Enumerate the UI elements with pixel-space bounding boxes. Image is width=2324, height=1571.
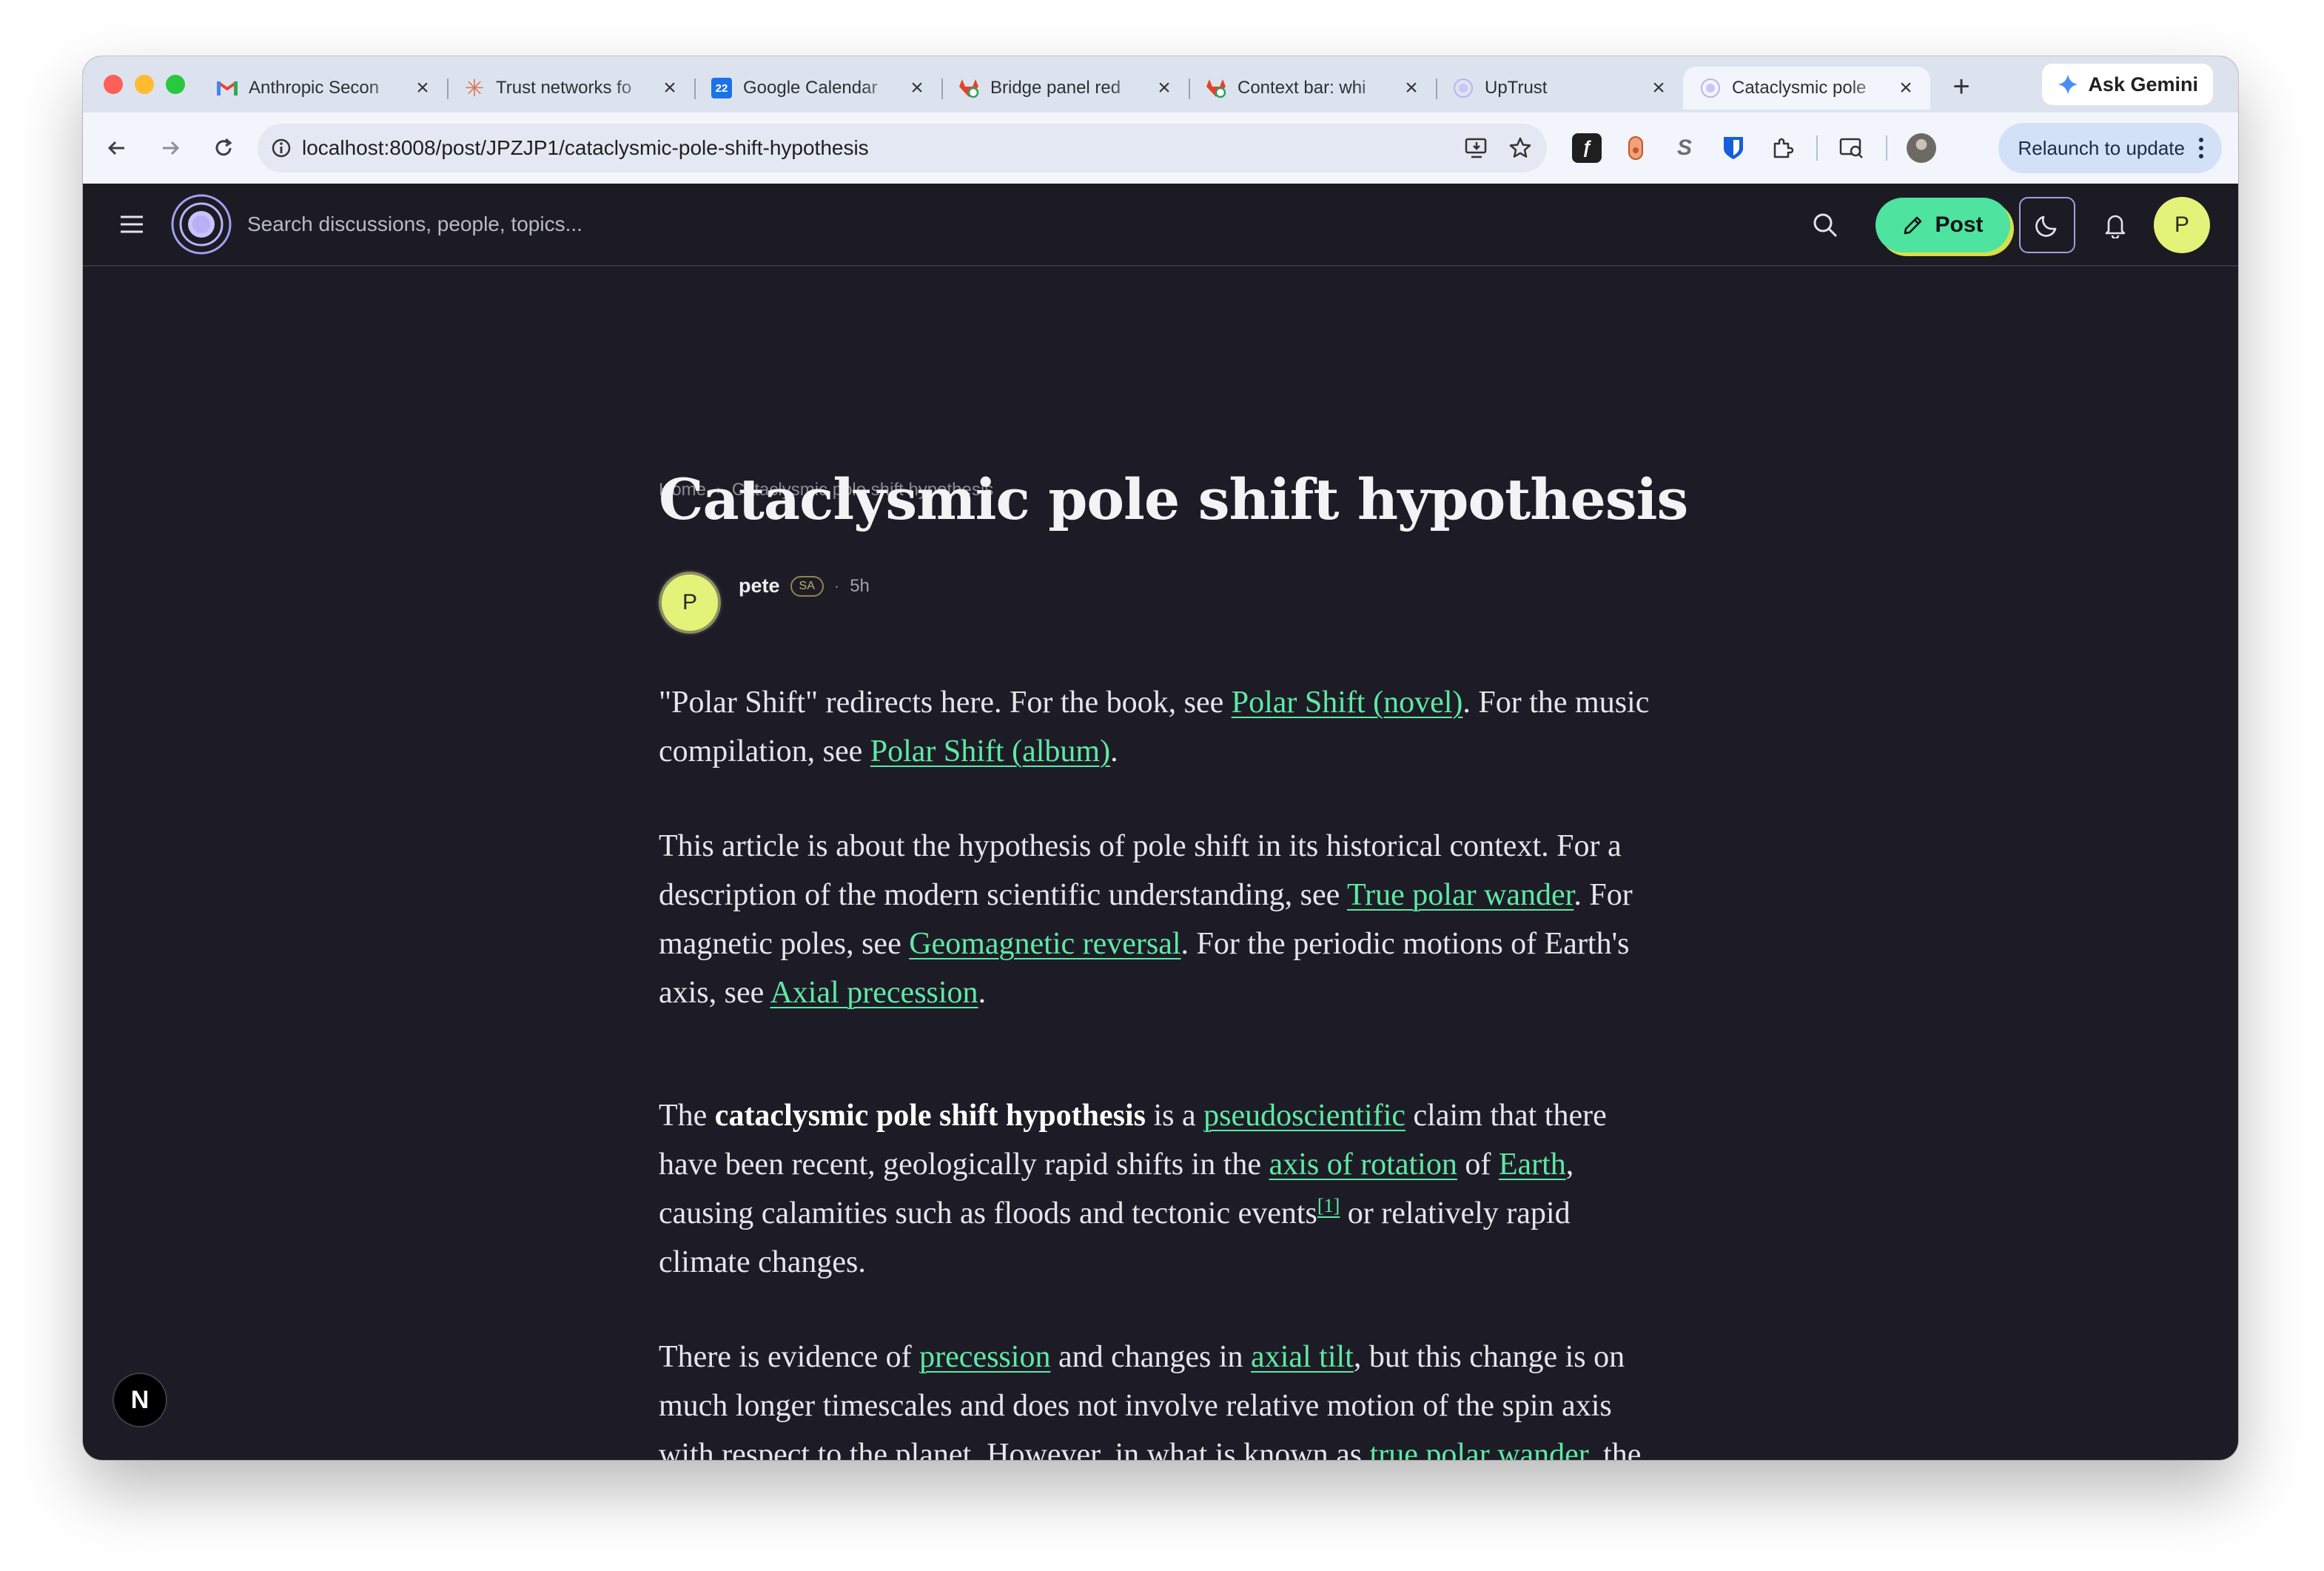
link-pseudoscientific[interactable]: pseudoscientific xyxy=(1203,1099,1406,1133)
search-button[interactable] xyxy=(1804,204,1846,246)
tab-close-icon[interactable]: × xyxy=(412,76,434,101)
reload-icon xyxy=(215,138,232,156)
post-meta: P pete SA · 5h xyxy=(659,572,870,634)
paragraph-redirect: "Polar Shift" redirects here. For the bo… xyxy=(659,686,1650,768)
url-text[interactable]: localhost:8008/post/JPZJP1/cataclysmic-p… xyxy=(302,136,1464,160)
tab-close-icon[interactable]: × xyxy=(1895,76,1917,101)
arrow-right-icon xyxy=(163,141,180,155)
browser-tab-uptrust[interactable]: UpTrust × xyxy=(1436,67,1683,110)
tab-close-icon[interactable]: × xyxy=(1648,76,1670,101)
browser-tab-bridge-panel[interactable]: Bridge panel red × xyxy=(941,67,1189,110)
link-polar-shift-album[interactable]: Polar Shift (album) xyxy=(870,734,1110,768)
bell-icon xyxy=(2105,215,2126,238)
install-app-icon[interactable] xyxy=(1464,136,1489,160)
browser-tab-cataclysmic-pole[interactable]: Cataclysmic pole × xyxy=(1683,67,1930,110)
app-header: Post P xyxy=(83,184,2238,267)
maximize-window-button[interactable] xyxy=(166,75,185,94)
link-geomagnetic-reversal[interactable]: Geomagnetic reversal xyxy=(909,927,1181,961)
meta-separator: · xyxy=(833,576,840,595)
link-axial-tilt[interactable]: axial tilt xyxy=(1251,1340,1354,1374)
tab-close-icon[interactable]: × xyxy=(1400,76,1423,101)
profile-avatar-icon[interactable] xyxy=(1907,133,1936,163)
tab-title: Trust networks fo xyxy=(496,78,632,98)
author-avatar[interactable]: P xyxy=(659,572,721,634)
link-polar-shift-novel[interactable]: Polar Shift (novel) xyxy=(1232,686,1463,720)
address-bar[interactable]: localhost:8008/post/JPZJP1/cataclysmic-p… xyxy=(258,124,1547,172)
forward-button[interactable] xyxy=(150,127,191,169)
uptrust-icon xyxy=(1452,77,1474,99)
relaunch-button[interactable]: Relaunch to update xyxy=(1998,123,2222,173)
moon-icon xyxy=(2035,215,2057,237)
paragraph-intro: The cataclysmic pole shift hypothesis is… xyxy=(659,1099,1607,1279)
gemini-sparkle-icon xyxy=(2058,74,2079,95)
tab-title: UpTrust xyxy=(1485,78,1548,98)
tab-title: Google Calendar xyxy=(743,78,878,98)
browser-tab-gmail[interactable]: Anthropic Secon × xyxy=(200,67,447,110)
arrow-left-icon xyxy=(107,141,124,155)
more-vertical-icon[interactable] xyxy=(2198,137,2204,159)
extensions-area: ƒ S xyxy=(1572,133,1936,163)
browser-toolbar: localhost:8008/post/JPZJP1/cataclysmic-p… xyxy=(83,113,2238,184)
reload-button[interactable] xyxy=(203,127,244,169)
search-icon xyxy=(1813,213,1838,238)
link-axial-precession[interactable]: Axial precession xyxy=(770,976,978,1010)
theme-toggle-button[interactable] xyxy=(2019,197,2075,253)
user-avatar[interactable]: P xyxy=(2154,197,2210,253)
tab-close-icon[interactable]: × xyxy=(906,76,928,101)
tab-title: Cataclysmic pole xyxy=(1732,78,1867,98)
post-button[interactable]: Post xyxy=(1875,198,2010,252)
tab-title: Bridge panel red xyxy=(990,78,1121,98)
browser-tab-google-calendar[interactable]: 22 Google Calendar × xyxy=(694,67,941,110)
link-earth[interactable]: Earth xyxy=(1499,1148,1566,1182)
tab-title: Context bar: whi xyxy=(1237,78,1366,98)
ask-gemini-button[interactable]: Ask Gemini xyxy=(2042,64,2213,105)
author-name[interactable]: pete xyxy=(739,575,780,597)
link-precession[interactable]: precession xyxy=(919,1340,1050,1374)
browser-window: Anthropic Secon × ✳ Trust networks fo × … xyxy=(83,56,2238,1460)
tab-strip: Anthropic Secon × ✳ Trust networks fo × … xyxy=(83,56,2238,113)
uptrust-icon xyxy=(1699,77,1722,99)
link-true-polar-wander-2[interactable]: true polar wander xyxy=(1370,1438,1588,1460)
extensions-puzzle-icon[interactable] xyxy=(1767,133,1797,163)
article-body: "Polar Shift" redirects here. For the bo… xyxy=(659,678,1665,1460)
extension-capsule-icon[interactable] xyxy=(1621,133,1650,163)
extension-formula-icon[interactable]: ƒ xyxy=(1572,133,1602,163)
tab-title: Anthropic Secon xyxy=(249,78,380,98)
tab-close-icon[interactable]: × xyxy=(1153,76,1175,101)
extension-s-icon[interactable]: S xyxy=(1670,133,1699,163)
nextjs-dev-badge[interactable]: N xyxy=(114,1374,166,1426)
post-title: Cataclysmic pole shift hypothesis xyxy=(659,466,1688,532)
extension-bitwarden-icon[interactable] xyxy=(1719,133,1748,163)
reference-link[interactable]: [1] xyxy=(1317,1195,1340,1216)
paragraph-about: This article is about the hypothesis of … xyxy=(659,829,1633,1010)
gmail-icon xyxy=(216,77,238,99)
uptrust-logo[interactable] xyxy=(170,193,232,255)
tab-close-icon[interactable]: × xyxy=(659,76,681,101)
minimize-window-button[interactable] xyxy=(135,75,154,94)
pencil-icon xyxy=(1904,216,1922,235)
window-controls xyxy=(104,75,185,94)
notifications-button[interactable] xyxy=(2095,204,2136,246)
claude-icon: ✳ xyxy=(464,75,485,101)
hamburger-menu-icon[interactable] xyxy=(118,211,145,238)
calendar-icon: 22 xyxy=(711,77,733,99)
search-input[interactable] xyxy=(247,212,913,236)
gitlab-icon xyxy=(1205,77,1227,99)
tab-search-icon[interactable] xyxy=(1837,133,1867,163)
browser-tab-trust-networks[interactable]: ✳ Trust networks fo × xyxy=(447,67,694,110)
bookmark-star-icon[interactable] xyxy=(1508,136,1532,160)
author-badge: SA xyxy=(790,575,824,597)
post-timestamp: 5h xyxy=(850,575,870,596)
browser-tab-context-bar[interactable]: Context bar: whi × xyxy=(1189,67,1436,110)
close-window-button[interactable] xyxy=(104,75,123,94)
new-tab-button[interactable]: + xyxy=(1944,70,1979,104)
paragraph-evidence: There is evidence of precession and chan… xyxy=(659,1333,1665,1460)
gitlab-icon xyxy=(958,77,980,99)
site-info-icon[interactable] xyxy=(271,138,292,158)
link-axis-of-rotation[interactable]: axis of rotation xyxy=(1269,1148,1457,1182)
link-true-polar-wander[interactable]: True polar wander xyxy=(1347,878,1574,912)
back-button[interactable] xyxy=(96,127,138,169)
